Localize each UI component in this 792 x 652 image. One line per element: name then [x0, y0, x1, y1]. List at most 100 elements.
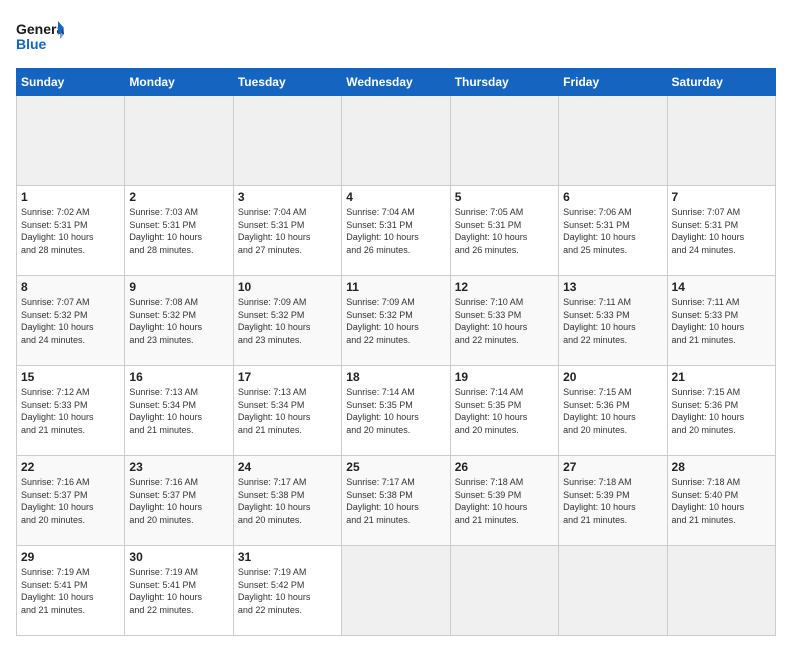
- day-info: Sunrise: 7:19 AM Sunset: 5:41 PM Dayligh…: [21, 566, 120, 616]
- calendar-cell: 3Sunrise: 7:04 AM Sunset: 5:31 PM Daylig…: [233, 186, 341, 276]
- calendar-cell: 10 Sunrise: 7:09 AM Sunset: 5:32 PM Dayli…: [233, 276, 341, 366]
- day-number: 21: [672, 370, 771, 384]
- day-info: Sunrise: 7:07 AM Sunset: 5:31 PM Dayligh…: [672, 206, 771, 256]
- day-number: 28: [672, 460, 771, 474]
- day-number: 22: [21, 460, 120, 474]
- day-number: 14: [672, 280, 771, 294]
- day-info: Sunrise: 7:03 AM Sunset: 5:31 PM Dayligh…: [129, 206, 228, 256]
- svg-text:General: General: [16, 21, 64, 37]
- day-number: 16: [129, 370, 228, 384]
- day-number: 5: [455, 190, 554, 204]
- day-number: 24: [238, 460, 337, 474]
- day-info: Sunrise: 7:14 AM Sunset: 5:35 PM Dayligh…: [455, 386, 554, 436]
- day-number: 20: [563, 370, 662, 384]
- day-number: 23: [129, 460, 228, 474]
- calendar-cell: 13 Sunrise: 7:11 AM Sunset: 5:33 PM Dayli…: [559, 276, 667, 366]
- day-info: Sunrise: 7:18 AM Sunset: 5:39 PM Dayligh…: [455, 476, 554, 526]
- day-number: 1: [21, 190, 120, 204]
- day-info: Sunrise: 7:19 AM Sunset: 5:41 PM Dayligh…: [129, 566, 228, 616]
- day-info: Sunrise: 7:09 AM Sunset: 5:32 PM Dayligh…: [346, 296, 445, 346]
- calendar-cell: [450, 96, 558, 186]
- day-info: Sunrise: 7:11 AM Sunset: 5:33 PM Dayligh…: [672, 296, 771, 346]
- day-info: Sunrise: 7:09 AM Sunset: 5:32 PM Dayligh…: [238, 296, 337, 346]
- day-header-sunday: Sunday: [17, 69, 125, 96]
- day-number: 17: [238, 370, 337, 384]
- day-info: Sunrise: 7:11 AM Sunset: 5:33 PM Dayligh…: [563, 296, 662, 346]
- day-info: Sunrise: 7:05 AM Sunset: 5:31 PM Dayligh…: [455, 206, 554, 256]
- day-header-friday: Friday: [559, 69, 667, 96]
- day-number: 9: [129, 280, 228, 294]
- day-header-wednesday: Wednesday: [342, 69, 450, 96]
- calendar-cell: 22 Sunrise: 7:16 AM Sunset: 5:37 PM Dayli…: [17, 456, 125, 546]
- day-number: 11: [346, 280, 445, 294]
- day-info: Sunrise: 7:18 AM Sunset: 5:39 PM Dayligh…: [563, 476, 662, 526]
- day-number: 19: [455, 370, 554, 384]
- day-info: Sunrise: 7:04 AM Sunset: 5:31 PM Dayligh…: [346, 206, 445, 256]
- day-number: 10: [238, 280, 337, 294]
- calendar-cell: 5 Sunrise: 7:05 AM Sunset: 5:31 PM Daylig…: [450, 186, 558, 276]
- calendar-week-row: 15Sunrise: 7:12 AM Sunset: 5:33 PM Dayli…: [17, 366, 776, 456]
- day-number: 12: [455, 280, 554, 294]
- day-info: Sunrise: 7:19 AM Sunset: 5:42 PM Dayligh…: [238, 566, 337, 616]
- day-info: Sunrise: 7:15 AM Sunset: 5:36 PM Dayligh…: [563, 386, 662, 436]
- calendar-cell: 9Sunrise: 7:08 AM Sunset: 5:32 PM Daylig…: [125, 276, 233, 366]
- calendar-cell: 20 Sunrise: 7:15 AM Sunset: 5:36 PM Dayli…: [559, 366, 667, 456]
- calendar-cell: 25Sunrise: 7:17 AM Sunset: 5:38 PM Dayli…: [342, 456, 450, 546]
- day-info: Sunrise: 7:13 AM Sunset: 5:34 PM Dayligh…: [238, 386, 337, 436]
- calendar-cell: [342, 96, 450, 186]
- calendar-week-row: 22 Sunrise: 7:16 AM Sunset: 5:37 PM Dayli…: [17, 456, 776, 546]
- day-number: 26: [455, 460, 554, 474]
- day-number: 7: [672, 190, 771, 204]
- calendar-header-row: SundayMondayTuesdayWednesdayThursdayFrid…: [17, 69, 776, 96]
- day-number: 29: [21, 550, 120, 564]
- day-number: 27: [563, 460, 662, 474]
- page-header: General Blue: [16, 16, 776, 56]
- day-number: 2: [129, 190, 228, 204]
- calendar-cell: 23 Sunrise: 7:16 AM Sunset: 5:37 PM Dayli…: [125, 456, 233, 546]
- calendar-cell: 31Sunrise: 7:19 AM Sunset: 5:42 PM Dayli…: [233, 546, 341, 636]
- day-header-tuesday: Tuesday: [233, 69, 341, 96]
- day-info: Sunrise: 7:15 AM Sunset: 5:36 PM Dayligh…: [672, 386, 771, 436]
- calendar-cell: 21 Sunrise: 7:15 AM Sunset: 5:36 PM Dayli…: [667, 366, 775, 456]
- day-number: 13: [563, 280, 662, 294]
- calendar-cell: [559, 546, 667, 636]
- day-info: Sunrise: 7:16 AM Sunset: 5:37 PM Dayligh…: [21, 476, 120, 526]
- day-number: 30: [129, 550, 228, 564]
- calendar-cell: 8Sunrise: 7:07 AM Sunset: 5:32 PM Daylig…: [17, 276, 125, 366]
- calendar-cell: 4 Sunrise: 7:04 AM Sunset: 5:31 PM Daylig…: [342, 186, 450, 276]
- calendar-cell: [342, 546, 450, 636]
- calendar-cell: 26 Sunrise: 7:18 AM Sunset: 5:39 PM Dayli…: [450, 456, 558, 546]
- calendar-cell: 14 Sunrise: 7:11 AM Sunset: 5:33 PM Dayli…: [667, 276, 775, 366]
- calendar-week-row: [17, 96, 776, 186]
- calendar-cell: 27 Sunrise: 7:18 AM Sunset: 5:39 PM Dayli…: [559, 456, 667, 546]
- day-header-thursday: Thursday: [450, 69, 558, 96]
- calendar-cell: 11 Sunrise: 7:09 AM Sunset: 5:32 PM Dayli…: [342, 276, 450, 366]
- calendar-cell: [233, 96, 341, 186]
- day-number: 4: [346, 190, 445, 204]
- calendar-week-row: 8Sunrise: 7:07 AM Sunset: 5:32 PM Daylig…: [17, 276, 776, 366]
- day-number: 3: [238, 190, 337, 204]
- day-info: Sunrise: 7:14 AM Sunset: 5:35 PM Dayligh…: [346, 386, 445, 436]
- day-info: Sunrise: 7:06 AM Sunset: 5:31 PM Dayligh…: [563, 206, 662, 256]
- calendar-cell: 7 Sunrise: 7:07 AM Sunset: 5:31 PM Daylig…: [667, 186, 775, 276]
- calendar-cell: 6 Sunrise: 7:06 AM Sunset: 5:31 PM Daylig…: [559, 186, 667, 276]
- calendar-cell: 18Sunrise: 7:14 AM Sunset: 5:35 PM Dayli…: [342, 366, 450, 456]
- calendar-week-row: 1 Sunrise: 7:02 AM Sunset: 5:31 PM Daylig…: [17, 186, 776, 276]
- day-number: 6: [563, 190, 662, 204]
- calendar-cell: [125, 96, 233, 186]
- calendar-cell: [667, 96, 775, 186]
- logo: General Blue: [16, 16, 64, 56]
- calendar-cell: 15Sunrise: 7:12 AM Sunset: 5:33 PM Dayli…: [17, 366, 125, 456]
- day-info: Sunrise: 7:16 AM Sunset: 5:37 PM Dayligh…: [129, 476, 228, 526]
- calendar-cell: 1 Sunrise: 7:02 AM Sunset: 5:31 PM Daylig…: [17, 186, 125, 276]
- calendar-week-row: 29 Sunrise: 7:19 AM Sunset: 5:41 PM Dayli…: [17, 546, 776, 636]
- calendar-cell: 17 Sunrise: 7:13 AM Sunset: 5:34 PM Dayli…: [233, 366, 341, 456]
- day-info: Sunrise: 7:02 AM Sunset: 5:31 PM Dayligh…: [21, 206, 120, 256]
- day-header-saturday: Saturday: [667, 69, 775, 96]
- day-info: Sunrise: 7:17 AM Sunset: 5:38 PM Dayligh…: [346, 476, 445, 526]
- day-info: Sunrise: 7:13 AM Sunset: 5:34 PM Dayligh…: [129, 386, 228, 436]
- day-header-monday: Monday: [125, 69, 233, 96]
- calendar-cell: 16 Sunrise: 7:13 AM Sunset: 5:34 PM Dayli…: [125, 366, 233, 456]
- day-number: 8: [21, 280, 120, 294]
- calendar-table: SundayMondayTuesdayWednesdayThursdayFrid…: [16, 68, 776, 636]
